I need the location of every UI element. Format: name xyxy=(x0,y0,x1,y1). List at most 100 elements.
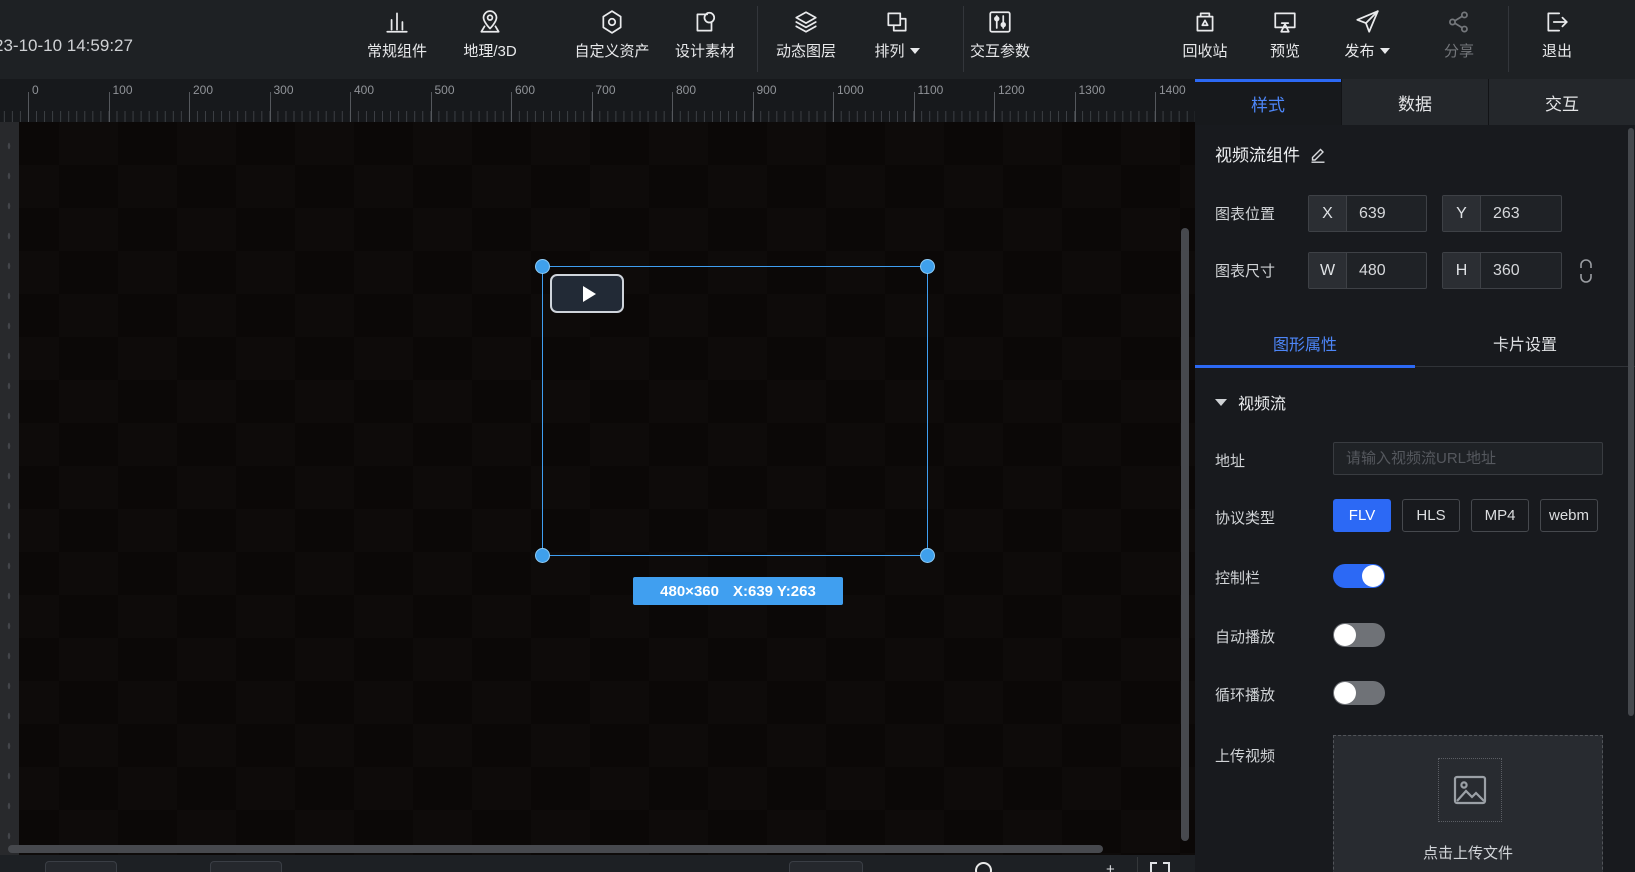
ruler-tick-label: 800 xyxy=(676,83,696,97)
size-w-input-group: W 480 xyxy=(1308,252,1427,289)
selection-size-label: 480×360 xyxy=(660,583,719,600)
video-play-button[interactable] xyxy=(550,274,624,313)
ruler-major-tick xyxy=(1075,92,1076,122)
image-placeholder-icon xyxy=(1453,775,1487,805)
toolbar-item-design-material[interactable]: 设计素材 xyxy=(657,8,753,70)
ruler-major-tick xyxy=(109,92,110,122)
panel-tab-style[interactable]: 样式 xyxy=(1195,79,1341,125)
resize-handle-top-left[interactable] xyxy=(535,259,550,274)
protocol-button-mp4[interactable]: MP4 xyxy=(1471,499,1529,532)
toolbar-item-arrange[interactable]: 排列 xyxy=(849,8,945,70)
share-icon xyxy=(1445,8,1473,36)
toolbar-item-label: 自定义资产 xyxy=(574,40,649,61)
toolbar-item-label: 发布 xyxy=(1344,40,1389,61)
toggle-label: 控制栏 xyxy=(1215,567,1260,588)
panel-tab-data[interactable]: 数据 xyxy=(1341,79,1488,125)
ruler-major-tick xyxy=(431,92,432,122)
upload-hint-text: 点击上传文件 xyxy=(1334,842,1602,863)
ruler-tick-label: 600 xyxy=(515,83,535,97)
ruler-tick-label: 100 xyxy=(113,83,133,97)
toolbar-item-hexagon-asset[interactable]: 自定义资产 xyxy=(564,8,660,70)
fit-screen-icon[interactable] xyxy=(1150,862,1170,872)
bottom-bar-button[interactable] xyxy=(789,861,863,872)
resize-handle-bottom-left[interactable] xyxy=(535,548,550,563)
video-stream-section-header[interactable]: 视频流 xyxy=(1215,390,1286,414)
ruler-tick-label: 300 xyxy=(274,83,294,97)
panel-scrollbar[interactable] xyxy=(1628,128,1634,716)
rename-pencil-icon[interactable] xyxy=(1309,145,1327,163)
protocol-button-hls[interactable]: HLS xyxy=(1402,499,1460,532)
toolbar-item-label: 预览 xyxy=(1270,40,1300,61)
settings-panel: 样式数据交互 视频流组件 图表位置 X 639 Y 263 图表尺寸 W 480 xyxy=(1195,79,1635,872)
zoom-in-icon[interactable]: + xyxy=(1106,864,1118,872)
upload-image-frame xyxy=(1438,758,1502,822)
horizontal-ruler: 0100200300400500600700800900100011001200… xyxy=(0,79,1195,122)
toggle-knob xyxy=(1334,624,1356,646)
resize-handle-bottom-right[interactable] xyxy=(920,548,935,563)
y-value-input[interactable]: 263 xyxy=(1481,196,1561,231)
toolbar-item-label: 常规组件 xyxy=(367,40,427,61)
bottom-bar-divider xyxy=(1137,857,1138,872)
resize-handle-top-right[interactable] xyxy=(920,259,935,274)
zoom-indicator-icon[interactable] xyxy=(975,862,992,872)
toolbar-item-layers[interactable]: 动态图层 xyxy=(758,8,854,70)
ruler-tick-label: 1400 xyxy=(1159,83,1186,97)
dropdown-caret-icon xyxy=(910,48,920,54)
toolbar-item-label: 分享 xyxy=(1444,40,1474,61)
position-x-input-group: X 639 xyxy=(1308,195,1427,232)
aspect-ratio-link-icon[interactable] xyxy=(1577,258,1595,284)
toolbar-item-label: 交互参数 xyxy=(970,40,1030,61)
h-value-input[interactable]: 360 xyxy=(1481,253,1561,288)
toolbar-item-label: 动态图层 xyxy=(776,40,836,61)
exit-icon xyxy=(1543,8,1571,36)
upload-dropzone[interactable]: 点击上传文件 xyxy=(1333,735,1603,872)
toolbar-divider xyxy=(1508,6,1509,72)
sliders-icon xyxy=(986,8,1014,36)
property-subtabs: 图形属性卡片设置 xyxy=(1195,320,1635,367)
x-value-input[interactable]: 639 xyxy=(1347,196,1426,231)
collapse-triangle-icon xyxy=(1215,399,1227,406)
w-value-input[interactable]: 480 xyxy=(1347,253,1426,288)
toolbar-item-bar-chart[interactable]: 常规组件 xyxy=(349,8,445,70)
workspace-dot-margin xyxy=(0,122,19,855)
panel-tab-interaction[interactable]: 交互 xyxy=(1488,79,1635,125)
ruler-tick-label: 1200 xyxy=(998,83,1025,97)
toggle-knob xyxy=(1334,682,1356,704)
bottom-bar-button[interactable] xyxy=(45,861,117,872)
protocol-button-webm[interactable]: webm xyxy=(1540,499,1598,532)
toolbar-item-exit[interactable]: 退出 xyxy=(1509,8,1605,70)
y-prefix-label: Y xyxy=(1443,196,1481,231)
stream-url-input[interactable] xyxy=(1333,442,1603,475)
address-label: 地址 xyxy=(1215,450,1245,471)
ruler-major-tick xyxy=(1155,92,1156,122)
toolbar-item-map-pin[interactable]: 地理/3D xyxy=(442,8,538,70)
ruler-tick-label: 1300 xyxy=(1079,83,1106,97)
toolbar-item-label: 排列 xyxy=(874,40,919,61)
canvas-vertical-scrollbar[interactable] xyxy=(1181,228,1189,841)
subtab-graphic-properties[interactable]: 图形属性 xyxy=(1195,320,1415,366)
subtab-card-settings[interactable]: 卡片设置 xyxy=(1415,320,1635,366)
toggle-switch-control-bar[interactable] xyxy=(1333,564,1385,588)
ruler-tick-label: 700 xyxy=(596,83,616,97)
ruler-tick-label: 200 xyxy=(193,83,213,97)
toggle-switch-autoplay[interactable] xyxy=(1333,623,1385,647)
toolbar-item-sliders[interactable]: 交互参数 xyxy=(952,8,1048,70)
canvas-horizontal-scrollbar[interactable] xyxy=(8,845,1103,853)
size-row-label: 图表尺寸 xyxy=(1215,260,1275,281)
toggle-switch-loop[interactable] xyxy=(1333,681,1385,705)
h-prefix-label: H xyxy=(1443,253,1481,288)
ruler-tick-label: 900 xyxy=(757,83,777,97)
bottom-bar-button[interactable] xyxy=(210,861,282,872)
toolbar-item-publish[interactable]: 发布 xyxy=(1319,8,1415,70)
position-y-input-group: Y 263 xyxy=(1442,195,1562,232)
toolbar-item-share[interactable]: 分享 xyxy=(1411,8,1507,70)
ruler-major-tick xyxy=(189,92,190,122)
toolbar-item-label: 退出 xyxy=(1542,40,1572,61)
component-title: 视频流组件 xyxy=(1215,141,1300,166)
x-prefix-label: X xyxy=(1309,196,1347,231)
selection-position-label: X:639 Y:263 xyxy=(733,583,816,600)
protocol-button-flv[interactable]: FLV xyxy=(1333,499,1391,532)
panel-tab-bar: 样式数据交互 xyxy=(1195,79,1635,125)
ruler-major-tick xyxy=(270,92,271,122)
toolbar-item-label: 地理/3D xyxy=(463,40,516,61)
